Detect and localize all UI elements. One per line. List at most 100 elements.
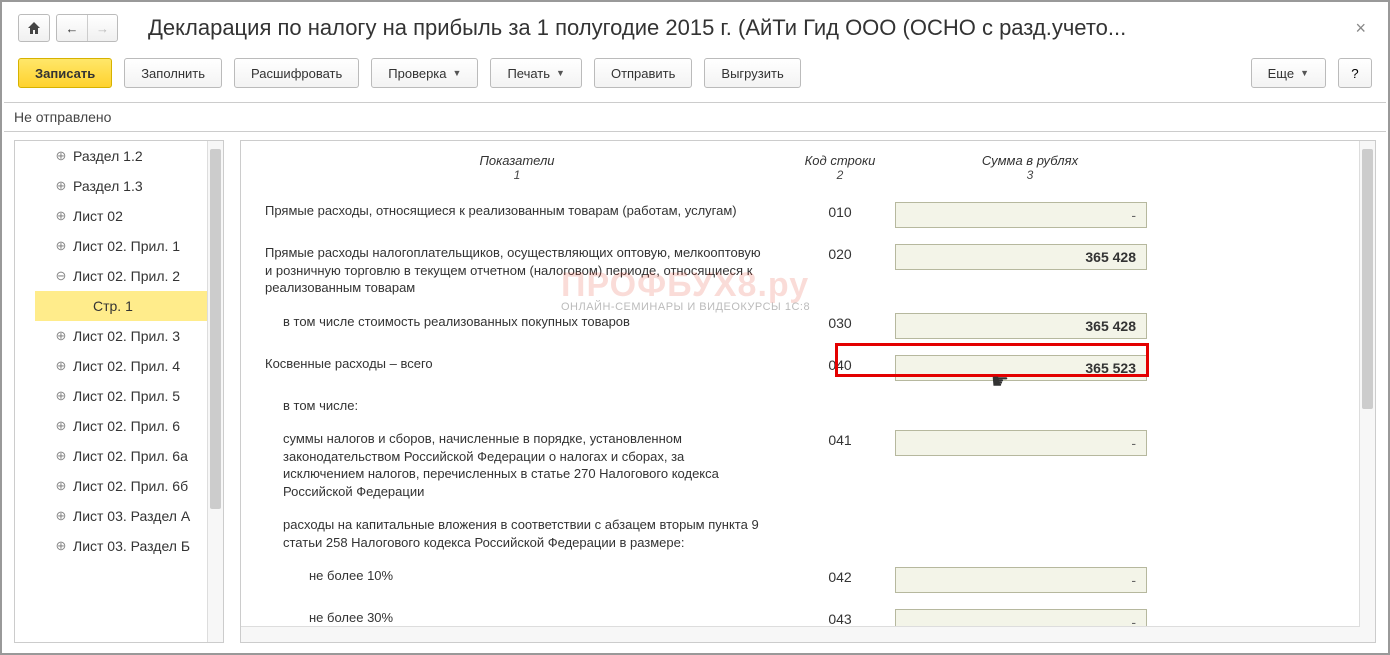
sum-input[interactable]: 365 523 (895, 355, 1147, 381)
report-row: суммы налогов и сборов, начисленные в по… (241, 422, 1375, 508)
toolbar: Записать Заполнить Расшифровать Проверка… (14, 52, 1376, 102)
tree-section-item[interactable]: ⊕ Лист 02. Прил. 4 (35, 351, 223, 381)
close-icon: × (1355, 18, 1366, 38)
row-sum-cell: 365 523 (895, 355, 1165, 381)
row-code (785, 516, 895, 518)
sum-input[interactable]: 365 428 (895, 313, 1147, 339)
tree-section-item[interactable]: ⊕ Лист 03. Раздел А (35, 501, 223, 531)
tree-item-label: Раздел 1.2 (73, 148, 143, 164)
arrow-right-icon: → (96, 21, 109, 36)
arrow-left-icon: ← (66, 21, 79, 36)
tree-page-item[interactable]: Стр. 1 (35, 291, 223, 321)
tree-item-label: Лист 03. Раздел Б (73, 538, 190, 554)
report-row: Прямые расходы налогоплательщиков, осуще… (241, 236, 1375, 305)
caret-down-icon: ▼ (1300, 68, 1309, 78)
nav-button-group: ← → (18, 14, 118, 42)
expand-icon[interactable]: ⊕ (55, 388, 67, 404)
row-indicator: суммы налогов и сборов, начисленные в по… (265, 430, 785, 500)
close-button[interactable]: × (1349, 18, 1372, 39)
caret-down-icon: ▼ (556, 68, 565, 78)
fill-button[interactable]: Заполнить (124, 58, 222, 88)
row-indicator: в том числе стоимость реализованных поку… (265, 313, 785, 331)
home-icon (26, 20, 42, 36)
tree-section-item[interactable]: ⊖ Лист 02. Прил. 2 (35, 261, 223, 291)
report-content[interactable]: ПРОФБУХ8.ру ОНЛАЙН-СЕМИНАРЫ И ВИДЕОКУРСЫ… (240, 140, 1376, 643)
tree-section-item[interactable]: ⊕Лист 02. Прил. 5 (35, 381, 223, 411)
section-tree[interactable]: ⊕Раздел 1.2⊕Раздел 1.3⊕Лист 02⊕Лист 02. … (14, 140, 224, 643)
tree-section-item[interactable]: ⊕ Раздел 1.2 (35, 141, 223, 171)
header-code: Код строки (805, 153, 876, 168)
report-row: в том числе стоимость реализованных поку… (241, 305, 1375, 347)
row-indicator: в том числе: (265, 397, 785, 415)
row-indicator: расходы на капитальные вложения в соотве… (265, 516, 785, 551)
back-button[interactable]: ← (57, 15, 87, 41)
row-sum-cell: - (895, 567, 1165, 593)
row-indicator: не более 30% (265, 609, 785, 627)
app-window: ← → Декларация по налогу на прибыль за 1… (0, 0, 1390, 655)
tree-item-label: Лист 02. Прил. 6б (73, 478, 188, 494)
sum-input[interactable]: - (895, 567, 1147, 593)
expand-icon[interactable]: ⊕ (55, 358, 67, 374)
row-indicator: Косвенные расходы – всего (265, 355, 785, 373)
expand-icon[interactable]: ⊕ (55, 478, 67, 494)
content-scrollbar-h[interactable] (241, 626, 1360, 642)
tree-section-item[interactable]: ⊕Раздел 1.3 (35, 171, 223, 201)
caret-down-icon: ▼ (453, 68, 462, 78)
titlebar: ← → Декларация по налогу на прибыль за 1… (14, 12, 1376, 52)
check-button[interactable]: Проверка ▼ (371, 58, 478, 88)
expand-icon[interactable]: ⊕ (55, 448, 67, 464)
row-sum-cell: 365 428 (895, 313, 1165, 339)
row-indicator: Прямые расходы налогоплательщиков, осуще… (265, 244, 785, 297)
tree-item-label: Лист 02. Прил. 6 (73, 418, 180, 434)
decode-button[interactable]: Расшифровать (234, 58, 359, 88)
tree-item-label: Лист 02. Прил. 1 (73, 238, 180, 254)
tree-item-label: Лист 02. Прил. 3 (73, 328, 180, 344)
sidebar-scrollbar[interactable] (207, 141, 223, 642)
row-sum-cell: - (895, 202, 1165, 228)
expand-icon[interactable]: ⊕ (55, 208, 67, 224)
tree-item-label: Лист 03. Раздел А (73, 508, 190, 524)
window-title: Декларация по налогу на прибыль за 1 пол… (148, 15, 1349, 41)
expand-icon[interactable]: ⊕ (55, 148, 67, 164)
workspace: ⊕Раздел 1.2⊕Раздел 1.3⊕Лист 02⊕Лист 02. … (14, 132, 1376, 643)
tree-section-item[interactable]: ⊕ Лист 02. Прил. 6 (35, 411, 223, 441)
home-button[interactable] (18, 14, 50, 42)
report-row: не более 10%042- (241, 559, 1375, 601)
expand-icon[interactable]: ⊕ (55, 508, 67, 524)
row-code: 042 (785, 567, 895, 585)
forward-button[interactable]: → (87, 15, 117, 41)
expand-icon[interactable]: ⊕ (55, 238, 67, 254)
sum-input[interactable]: 365 428 (895, 244, 1147, 270)
print-button[interactable]: Печать ▼ (490, 58, 582, 88)
tree-item-label: Лист 02. Прил. 2 (73, 268, 180, 284)
header-indicators: Показатели (479, 153, 554, 168)
tree-section-item[interactable]: ⊕Лист 02 (35, 201, 223, 231)
report-row: Прямые расходы, относящиеся к реализован… (241, 194, 1375, 236)
content-scrollbar-v[interactable] (1359, 141, 1375, 642)
expand-icon[interactable]: ⊕ (55, 178, 67, 194)
expand-icon[interactable]: ⊕ (55, 418, 67, 434)
tree-section-item[interactable]: ⊕ Лист 02. Прил. 6б (35, 471, 223, 501)
tree-section-item[interactable]: ⊕ Лист 02. Прил. 1 (35, 231, 223, 261)
sum-input[interactable]: - (895, 202, 1147, 228)
row-sum-cell: - (895, 430, 1165, 456)
tree-section-item[interactable]: ⊕ Лист 02. Прил. 3 (35, 321, 223, 351)
tree-item-label: Лист 02. Прил. 4 (73, 358, 180, 374)
help-button[interactable]: ? (1338, 58, 1372, 88)
expand-icon[interactable]: ⊖ (55, 268, 67, 284)
more-button[interactable]: Еще ▼ (1251, 58, 1326, 88)
expand-icon[interactable]: ⊕ (55, 328, 67, 344)
row-code: 020 (785, 244, 895, 262)
tree-section-item[interactable]: ⊕Лист 02. Прил. 6а (35, 441, 223, 471)
header-sum: Сумма в рублях (982, 153, 1078, 168)
tree-item-label: Стр. 1 (93, 298, 133, 314)
export-button[interactable]: Выгрузить (704, 58, 800, 88)
print-label: Печать (507, 66, 550, 81)
expand-icon[interactable]: ⊕ (55, 538, 67, 554)
save-button[interactable]: Записать (18, 58, 112, 88)
sum-input[interactable]: - (895, 430, 1147, 456)
row-code: 040 (785, 355, 895, 373)
report-row: расходы на капитальные вложения в соотве… (241, 508, 1375, 559)
tree-section-item[interactable]: ⊕ Лист 03. Раздел Б (35, 531, 223, 561)
send-button[interactable]: Отправить (594, 58, 692, 88)
